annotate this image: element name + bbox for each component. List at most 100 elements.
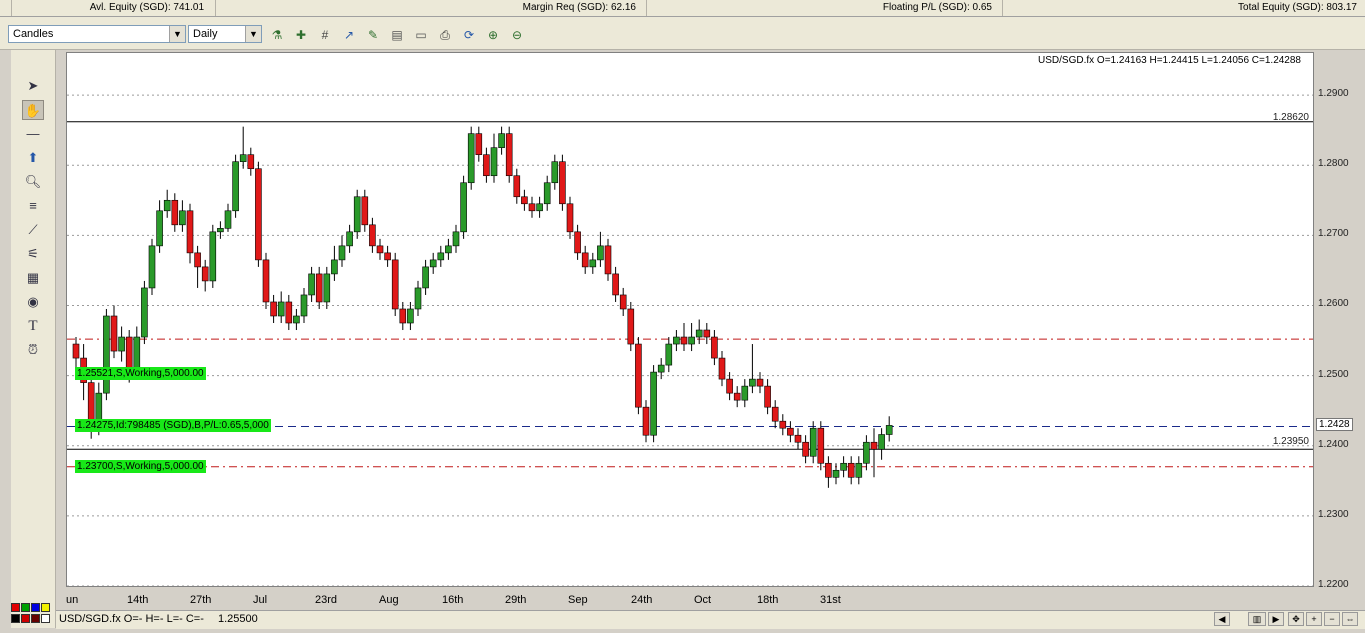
hand-icon[interactable]: ✋: [22, 100, 44, 120]
candle-up: [657, 364, 665, 373]
x-tick-label: 16th: [442, 594, 464, 606]
chevron-down-icon[interactable]: ▼: [245, 26, 261, 42]
candle-up: [414, 287, 422, 310]
document-icon[interactable]: ▭: [412, 26, 430, 44]
order-label-sell-1[interactable]: 1.25521,S,Working,5,000.00: [75, 367, 206, 381]
zoom-plus-icon[interactable]: +: [1306, 612, 1322, 626]
candle-up: [885, 425, 893, 435]
x-tick-label: 27th: [190, 594, 212, 606]
fibonacci-icon[interactable]: ≡: [22, 196, 44, 216]
candle-up: [437, 252, 445, 261]
color-black-swatch[interactable]: [11, 614, 20, 623]
candle-down: [581, 252, 589, 268]
candle-up: [460, 182, 467, 233]
candle-down: [817, 427, 825, 464]
candle-up: [277, 301, 285, 317]
edit-chart-icon[interactable]: ✎: [364, 26, 382, 44]
candle-up: [232, 161, 239, 212]
scroll-thumb[interactable]: ▥: [1248, 612, 1266, 626]
candle-down: [513, 175, 521, 198]
paint-icon[interactable]: ◉: [22, 292, 44, 312]
candle-down: [110, 315, 118, 352]
candle-down: [574, 231, 581, 254]
price-chart[interactable]: USD/SGD.fx O=1.24163 H=1.24415 L=1.24056…: [66, 52, 1314, 587]
fan-icon[interactable]: ⟋: [22, 220, 44, 240]
scroll-left-icon[interactable]: ◀: [1214, 612, 1230, 626]
color-maroon-swatch[interactable]: [31, 614, 40, 623]
fit-icon[interactable]: ⇔: [1342, 612, 1358, 626]
color-white-swatch[interactable]: [41, 614, 50, 623]
candle-down: [764, 385, 771, 408]
candle-up: [749, 378, 756, 387]
candle-up: [346, 231, 353, 247]
chevron-down-icon[interactable]: ▼: [169, 26, 185, 42]
candle-up: [338, 245, 346, 261]
period-value: Daily: [193, 28, 218, 40]
template-icon[interactable]: ▤: [388, 26, 406, 44]
candle-down: [847, 462, 855, 478]
total-equity: Total Equity (SGD): 803.17: [1002, 0, 1361, 16]
candle-down: [756, 378, 764, 387]
candle-up: [551, 161, 559, 184]
candle-down: [72, 343, 80, 359]
candle-down: [771, 406, 779, 422]
candle-down: [627, 308, 635, 345]
magnifier-icon[interactable]: 🔍︎: [22, 172, 44, 192]
text-tool-icon[interactable]: T: [22, 316, 44, 336]
pointer-icon[interactable]: ➤: [22, 76, 44, 96]
candlestick-plot[interactable]: [67, 53, 1313, 586]
y-tick-label: 1.2300: [1318, 508, 1349, 520]
zoom-minus-icon[interactable]: −: [1324, 612, 1340, 626]
line-chart-icon[interactable]: ↗: [340, 26, 358, 44]
candle-up: [741, 385, 749, 401]
add-study-icon[interactable]: ✚: [292, 26, 310, 44]
add-indicator-icon[interactable]: ⚗: [268, 26, 286, 44]
refresh-icon[interactable]: ⟳: [460, 26, 478, 44]
horizontal-line-icon[interactable]: —: [22, 124, 44, 144]
order-label-position[interactable]: 1.24275,Id:798485 (SGD),B,P/L:0.65,5,000: [75, 419, 271, 433]
print-icon[interactable]: ⎙: [436, 26, 454, 44]
current-price-tag: 1.2428: [1316, 418, 1353, 431]
x-tick-label: un: [66, 594, 79, 606]
period-select[interactable]: Daily ▼: [188, 25, 262, 43]
color-darkred-swatch[interactable]: [21, 614, 30, 623]
order-label-sell-2[interactable]: 1.23700,S,Working,5,000.00: [75, 459, 206, 473]
zoom-out-icon[interactable]: ⊖: [508, 26, 526, 44]
y-tick-label: 1.2400: [1318, 438, 1349, 450]
calculator-icon[interactable]: ▦: [22, 268, 44, 288]
x-tick-label: Aug: [379, 594, 399, 606]
x-tick-label: 24th: [631, 594, 653, 606]
candle-down: [285, 301, 293, 324]
scroll-right-icon[interactable]: ▶: [1268, 612, 1284, 626]
arrow-up-icon[interactable]: ⬆: [22, 148, 44, 168]
candle-down: [680, 336, 688, 345]
color-yellow-swatch[interactable]: [41, 603, 50, 612]
candle-up: [224, 210, 232, 229]
hline-top-label: 1.28620: [1272, 112, 1309, 123]
candle-up: [445, 245, 452, 254]
candle-up: [353, 196, 361, 233]
status-symbol-ohlc: USD/SGD.fx O=- H=- L=- C=-: [59, 613, 204, 625]
status-bar: USD/SGD.fx O=- H=- L=- C=- 1.25500: [56, 610, 1365, 629]
grid-icon[interactable]: #: [316, 26, 334, 44]
color-red-swatch[interactable]: [11, 603, 20, 612]
candle-down: [528, 203, 536, 212]
candle-up: [452, 231, 460, 247]
color-green-swatch[interactable]: [21, 603, 30, 612]
time-axis: un 14th 27th Jul 23rd Aug 16th 29th Sep …: [66, 590, 1314, 608]
zoom-in-icon[interactable]: ⊕: [484, 26, 502, 44]
candle-up: [103, 315, 110, 394]
candle-up: [597, 245, 604, 261]
chart-type-select[interactable]: Candles ▼: [8, 25, 186, 43]
candle-up: [179, 210, 186, 226]
color-blue-swatch[interactable]: [31, 603, 40, 612]
candle-down: [733, 392, 741, 401]
alarm-icon[interactable]: ⏰︎: [22, 340, 44, 360]
gann-icon[interactable]: ⚟: [22, 244, 44, 264]
candle-up: [832, 469, 840, 478]
candle-down: [247, 154, 255, 170]
floating-pl: Floating P/L (SGD): 0.65: [646, 0, 996, 16]
move-icon[interactable]: ✥: [1288, 612, 1304, 626]
candle-up: [589, 259, 597, 268]
candle-down: [779, 420, 787, 429]
